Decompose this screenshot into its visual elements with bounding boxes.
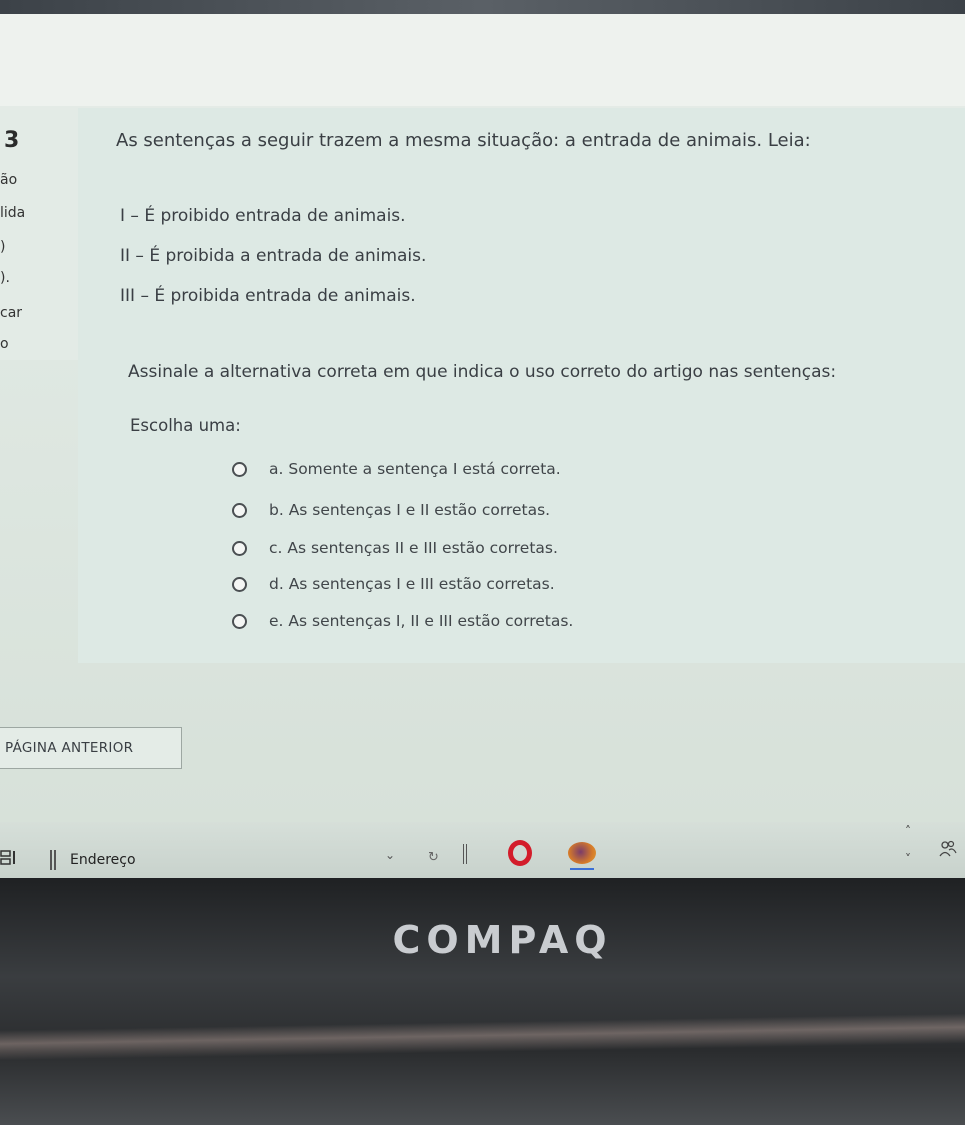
page-header-band bbox=[0, 14, 965, 106]
info-fragment: ) bbox=[0, 239, 6, 255]
info-fragment: car bbox=[0, 305, 23, 321]
option-label: e. As sentenças I, II e III estão corret… bbox=[269, 612, 574, 630]
radio-button[interactable] bbox=[232, 502, 247, 518]
option-label: b. As sentenças I e II estão corretas. bbox=[269, 501, 551, 519]
info-fragment: lida bbox=[0, 205, 26, 221]
option-label: d. As sentenças I e III estão corretas. bbox=[269, 575, 555, 593]
question-prompt: Assinale a alternativa correta em que in… bbox=[128, 362, 837, 382]
info-fragment: ). bbox=[0, 270, 10, 286]
question-number: 3 bbox=[4, 128, 20, 153]
brand-logo: COMPAQ bbox=[392, 918, 613, 962]
answer-option-a[interactable]: a. Somente a sentença I está correta. bbox=[232, 458, 561, 480]
toolbar-separator bbox=[463, 844, 467, 864]
active-app-indicator bbox=[570, 868, 594, 870]
screen: 3 ão lida ) ). car o As sentenças a segu… bbox=[0, 0, 965, 878]
statement-3: III – É proibida entrada de animais. bbox=[120, 286, 416, 306]
window-top-strip bbox=[0, 0, 965, 14]
answer-option-e[interactable]: e. As sentenças I, II e III estão corret… bbox=[232, 610, 573, 632]
answer-option-c[interactable]: c. As sentenças II e III estão corretas. bbox=[232, 537, 558, 559]
chevron-up-icon[interactable]: ˄ bbox=[905, 824, 911, 838]
task-view-icon[interactable] bbox=[0, 848, 16, 866]
chevron-down-icon[interactable]: ˅ bbox=[905, 852, 911, 866]
statement-2: II – É proibida a entrada de animais. bbox=[120, 246, 427, 266]
taskbar: Endereço ⌄ ↻ ˄ ˅ bbox=[0, 822, 965, 878]
chevron-down-icon[interactable]: ⌄ bbox=[385, 848, 395, 862]
refresh-icon[interactable]: ↻ bbox=[428, 850, 439, 865]
option-label: a. Somente a sentença I está correta. bbox=[269, 460, 561, 478]
monitor-bezel bbox=[0, 878, 965, 1125]
info-fragment: ão bbox=[0, 172, 18, 188]
address-toolbar-label: Endereço bbox=[70, 852, 136, 868]
answer-option-b[interactable]: b. As sentenças I e II estão corretas. bbox=[232, 499, 550, 521]
answer-option-d[interactable]: d. As sentenças I e III estão corretas. bbox=[232, 573, 555, 595]
people-icon[interactable] bbox=[938, 840, 958, 862]
statement-1: I – É proibido entrada de animais. bbox=[120, 206, 406, 226]
question-intro: As sentenças a seguir trazem a mesma sit… bbox=[116, 130, 811, 151]
radio-button[interactable] bbox=[232, 576, 247, 592]
previous-page-button[interactable]: PÁGINA ANTERIOR bbox=[0, 727, 182, 769]
radio-button[interactable] bbox=[232, 540, 247, 556]
radio-button[interactable] bbox=[232, 613, 247, 629]
opera-browser-icon[interactable] bbox=[508, 840, 532, 866]
info-fragment: o bbox=[0, 336, 9, 352]
firefox-browser-icon[interactable] bbox=[568, 842, 596, 864]
option-label: c. As sentenças II e III estão corretas. bbox=[269, 539, 558, 557]
toolbar-separator bbox=[50, 850, 56, 870]
radio-button[interactable] bbox=[232, 461, 247, 477]
choose-label: Escolha uma: bbox=[130, 416, 241, 435]
